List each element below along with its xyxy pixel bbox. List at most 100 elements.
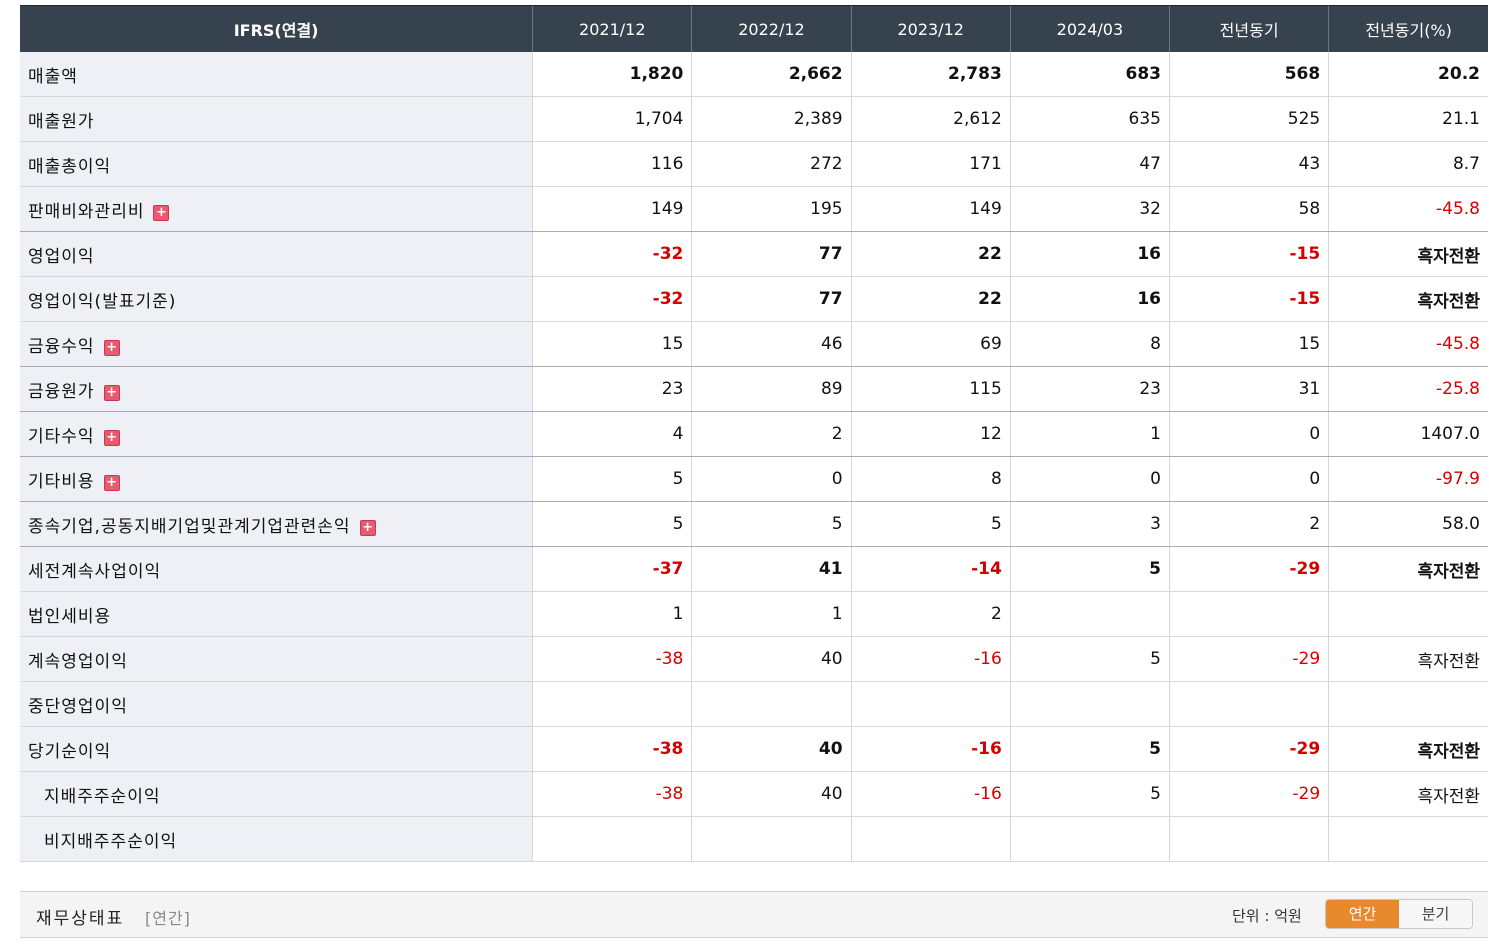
value-cell: 20.2	[1328, 52, 1488, 97]
section-title: 재무상태표	[36, 909, 125, 929]
value-cell: 116	[532, 141, 692, 187]
value-cell: 568	[1168, 52, 1329, 97]
value-cell: 흑자전환	[1328, 231, 1488, 277]
value-cell	[691, 816, 852, 862]
value-cell: 8.7	[1328, 141, 1488, 187]
value-cell: 15	[532, 321, 692, 367]
row-label: 당기순이익	[20, 726, 533, 772]
expand-plus-icon[interactable]: +	[103, 474, 120, 491]
quarter-toggle-button[interactable]: 분기	[1399, 900, 1472, 928]
value-cell	[1328, 816, 1488, 862]
table-row: 금융원가 +23 89 115 23 31 -25.8	[20, 366, 1488, 412]
value-cell: 2,612	[850, 96, 1011, 142]
table-row: 중단영업이익	[20, 681, 1488, 727]
value-cell: 0	[1009, 456, 1170, 502]
value-cell: 195	[691, 186, 852, 232]
value-cell: 58	[1168, 186, 1329, 232]
row-label: 세전계속사업이익	[20, 546, 533, 592]
row-label-text: 금융수익	[28, 336, 95, 357]
row-label: 매출원가	[20, 96, 533, 142]
row-label-text: 영업이익	[28, 246, 95, 267]
table-row: 영업이익 -32 77 22 16 -15 흑자전환	[20, 231, 1488, 277]
table-row: 매출원가 1,704 2,389 2,612 635 525 21.1	[20, 96, 1488, 142]
value-cell: 5	[691, 501, 852, 547]
table-row: 기타비용 +5 0 8 0 0 -97.9	[20, 456, 1488, 502]
value-cell: 21.1	[1328, 96, 1488, 142]
income-statement-table-wrapper: IFRS(연결) 2021/12 2022/12 2023/12 2024/03…	[20, 5, 1488, 862]
value-cell: 77	[691, 231, 852, 277]
value-cell: 흑자전환	[1328, 276, 1488, 322]
value-cell	[691, 681, 852, 727]
table-row: 매출액 1,820 2,662 2,783 683 568 20.2	[20, 52, 1488, 97]
header-ifrs: IFRS(연결)	[20, 5, 533, 52]
value-cell: 1	[532, 591, 692, 637]
row-label: 지배주주순이익	[20, 771, 533, 817]
row-label: 법인세비용	[20, 591, 533, 637]
row-label: 영업이익	[20, 231, 533, 277]
value-cell	[532, 681, 692, 727]
header-2023-12: 2023/12	[850, 5, 1011, 52]
unit-label: 단위 : 억원	[1232, 907, 1302, 925]
table-row: 당기순이익 -38 40 -16 5 -29 흑자전환	[20, 726, 1488, 772]
value-cell: 15	[1168, 321, 1329, 367]
row-label: 금융원가 +	[20, 366, 533, 412]
row-label-text: 금융원가	[28, 381, 95, 402]
value-cell: -14	[850, 546, 1011, 592]
value-cell: 5	[1009, 636, 1170, 682]
value-cell: 5	[1009, 726, 1170, 772]
value-cell: -15	[1168, 276, 1329, 322]
value-cell	[850, 816, 1011, 862]
expand-plus-icon[interactable]: +	[153, 204, 170, 221]
balance-sheet-section-bar: 재무상태표 [연간] 단위 : 억원 연간 분기	[20, 891, 1488, 938]
expand-plus-icon[interactable]: +	[103, 339, 120, 356]
value-cell: 2	[850, 591, 1011, 637]
row-label-text: 중단영업이익	[28, 696, 128, 717]
value-cell: 115	[850, 366, 1011, 412]
header-2022-12: 2022/12	[691, 5, 852, 52]
table-row: 기타수익 +4 2 12 1 0 1407.0	[20, 411, 1488, 457]
table-row: 세전계속사업이익 -37 41 -14 5 -29 흑자전환	[20, 546, 1488, 592]
value-cell	[1168, 681, 1329, 727]
value-cell: 흑자전환	[1328, 726, 1488, 772]
expand-plus-icon[interactable]: +	[359, 519, 376, 536]
row-label-text: 매출총이익	[28, 156, 112, 177]
value-cell: 1407.0	[1328, 411, 1488, 457]
table-row: 매출총이익 116 272 171 47 43 8.7	[20, 141, 1488, 187]
row-label-text: 당기순이익	[28, 741, 112, 762]
value-cell: 69	[850, 321, 1011, 367]
row-label-text: 지배주주순이익	[44, 786, 161, 807]
value-cell: 22	[850, 276, 1011, 322]
header-2024-03: 2024/03	[1009, 5, 1170, 52]
income-statement-table: IFRS(연결) 2021/12 2022/12 2023/12 2024/03…	[20, 5, 1488, 862]
value-cell	[850, 681, 1011, 727]
value-cell: 2,783	[850, 52, 1011, 97]
value-cell: 2	[1168, 501, 1329, 547]
row-label: 금융수익 +	[20, 321, 533, 367]
row-label: 기타수익 +	[20, 411, 533, 457]
value-cell: 43	[1168, 141, 1329, 187]
value-cell: 1,704	[532, 96, 692, 142]
value-cell: -16	[850, 636, 1011, 682]
value-cell	[1009, 681, 1170, 727]
value-cell: 5	[1009, 771, 1170, 817]
expand-plus-icon[interactable]: +	[103, 429, 120, 446]
value-cell: -16	[850, 726, 1011, 772]
row-label-text: 세전계속사업이익	[28, 561, 162, 582]
annual-toggle-button[interactable]: 연간	[1326, 900, 1399, 928]
table-header-row: IFRS(연결) 2021/12 2022/12 2023/12 2024/03…	[20, 5, 1488, 52]
value-cell: -29	[1168, 546, 1329, 592]
value-cell	[532, 816, 692, 862]
value-cell: -38	[532, 771, 692, 817]
value-cell: -32	[532, 231, 692, 277]
value-cell	[1328, 591, 1488, 637]
value-cell: -32	[532, 276, 692, 322]
value-cell: 2,389	[691, 96, 852, 142]
row-label: 판매비와관리비 +	[20, 186, 533, 232]
value-cell: -15	[1168, 231, 1329, 277]
value-cell: 5	[1009, 546, 1170, 592]
value-cell: 흑자전환	[1328, 771, 1488, 817]
expand-plus-icon[interactable]: +	[103, 384, 120, 401]
row-label-text: 영업이익(발표기준)	[28, 291, 177, 312]
value-cell: 58.0	[1328, 501, 1488, 547]
value-cell: 2	[691, 411, 852, 457]
